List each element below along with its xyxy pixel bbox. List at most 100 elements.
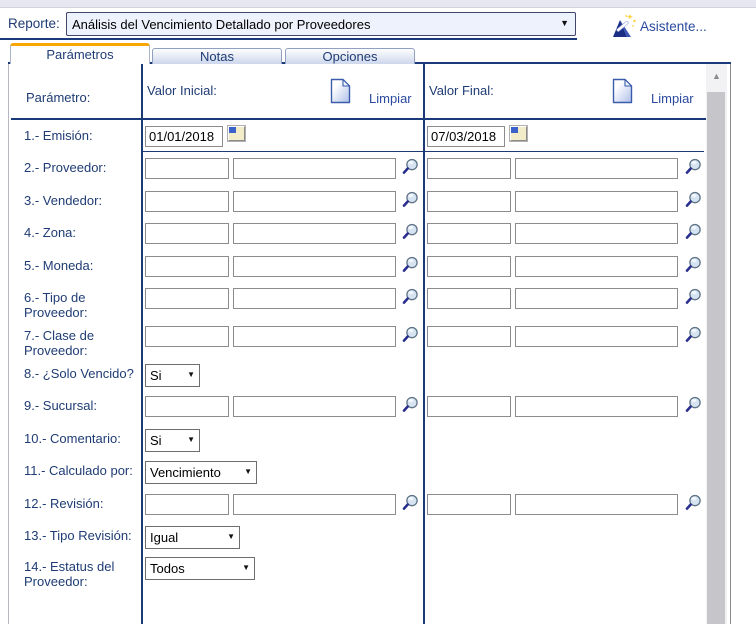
vertical-scrollbar[interactable]: ▲	[706, 64, 727, 624]
vendedor-label: 3.- Vendedor:	[10, 185, 142, 218]
initial-value-cell: Vencimiento▼	[142, 455, 424, 488]
final-zona-code-input[interactable]	[427, 223, 511, 244]
initial-moneda-code-input[interactable]	[145, 256, 229, 277]
initial-value-cell: Todos▼	[142, 551, 424, 624]
final-zona-desc-input[interactable]	[515, 223, 678, 244]
initial-sucursal-desc-input[interactable]	[233, 396, 396, 417]
initial-revision-desc-input[interactable]	[233, 494, 396, 515]
solo-vencido-select[interactable]: Si	[145, 364, 200, 387]
initial-proveedor-code-input[interactable]	[145, 158, 229, 179]
final-value-cell	[424, 320, 707, 358]
tab-parametros[interactable]: Parámetros	[10, 43, 150, 64]
emision-label: 1.- Emisión:	[10, 120, 142, 152]
final-vendedor-desc-input[interactable]	[515, 191, 678, 212]
clear-initial-page-icon[interactable]	[330, 78, 351, 109]
initial-sucursal-code-input[interactable]	[145, 396, 229, 417]
report-select[interactable]: Análisis del Vencimiento Detallado por P…	[66, 12, 576, 36]
vertical-divider-label-column	[141, 64, 143, 624]
final-value-cell-empty	[424, 358, 707, 390]
tab-opciones[interactable]: Opciones	[285, 48, 415, 64]
clear-final-link[interactable]: Limpiar	[651, 91, 694, 106]
final-tipo-proveedor-desc-input[interactable]	[515, 288, 678, 309]
initial-proveedor-magnifier-icon[interactable]	[402, 158, 419, 175]
param-row-tipo-proveedor: 6.- Tipo de Proveedor:	[10, 282, 707, 320]
final-clase-proveedor-code-input[interactable]	[427, 326, 511, 347]
final-value-cell	[424, 217, 707, 250]
clear-final-page-icon[interactable]	[612, 78, 633, 109]
final-proveedor-desc-input[interactable]	[515, 158, 678, 179]
final-value-cell	[424, 152, 707, 185]
final-emision-date-input[interactable]	[427, 126, 505, 147]
final-moneda-magnifier-icon[interactable]	[685, 256, 702, 273]
final-sucursal-desc-input[interactable]	[515, 396, 678, 417]
param-row-clase-proveedor: 7.- Clase de Proveedor:	[10, 320, 707, 358]
clear-initial-link[interactable]: Limpiar	[369, 91, 412, 106]
final-moneda-code-input[interactable]	[427, 256, 511, 277]
final-clase-proveedor-desc-input[interactable]	[515, 326, 678, 347]
final-vendedor-magnifier-icon[interactable]	[685, 191, 702, 208]
initial-zona-magnifier-icon[interactable]	[402, 223, 419, 240]
parameter-column-header: Parámetro:	[10, 64, 142, 118]
final-revision-magnifier-icon[interactable]	[685, 494, 702, 511]
param-row-sucursal: 9.- Sucursal:	[10, 390, 707, 423]
initial-tipo-proveedor-desc-input[interactable]	[233, 288, 396, 309]
final-value-column-header: Valor Final:	[429, 83, 494, 98]
final-proveedor-magnifier-icon[interactable]	[685, 158, 702, 175]
initial-value-column-header: Valor Inicial:	[147, 83, 217, 98]
initial-revision-code-input[interactable]	[145, 494, 229, 515]
clase-proveedor-label: 7.- Clase de Proveedor:	[10, 320, 142, 358]
initial-vendedor-desc-input[interactable]	[233, 191, 396, 212]
final-sucursal-magnifier-icon[interactable]	[685, 396, 702, 413]
initial-zona-desc-input[interactable]	[233, 223, 396, 244]
final-moneda-desc-input[interactable]	[515, 256, 678, 277]
initial-value-cell: Igual▼	[142, 520, 424, 551]
scrollbar-thumb[interactable]	[707, 92, 725, 624]
final-clase-proveedor-magnifier-icon[interactable]	[685, 326, 702, 343]
tab-notas[interactable]: Notas	[152, 48, 282, 64]
initial-value-cell	[142, 152, 424, 185]
initial-value-cell	[142, 250, 424, 283]
param-row-moneda: 5.- Moneda:	[10, 250, 707, 283]
tab-bar: ParámetrosNotasOpciones	[10, 43, 418, 64]
initial-clase-proveedor-desc-input[interactable]	[233, 326, 396, 347]
final-sucursal-code-input[interactable]	[427, 396, 511, 417]
final-vendedor-code-input[interactable]	[427, 191, 511, 212]
final-tipo-proveedor-magnifier-icon[interactable]	[685, 288, 702, 305]
initial-revision-magnifier-icon[interactable]	[402, 494, 419, 511]
final-revision-code-input[interactable]	[427, 494, 511, 515]
initial-moneda-magnifier-icon[interactable]	[402, 256, 419, 273]
final-value-cell-empty	[424, 455, 707, 488]
final-value-cell	[424, 390, 707, 423]
final-proveedor-code-input[interactable]	[427, 158, 511, 179]
estatus-proveedor-select[interactable]: Todos	[145, 557, 255, 580]
initial-emision-date-input[interactable]	[145, 126, 223, 147]
initial-proveedor-desc-input[interactable]	[233, 158, 396, 179]
comentario-label: 10.- Comentario:	[10, 423, 142, 456]
report-label: Reporte:	[8, 16, 60, 31]
initial-emision-calendar-icon[interactable]	[228, 126, 245, 141]
final-value-cell-empty	[424, 423, 707, 456]
assistant-button[interactable]: Asistente...	[610, 13, 707, 39]
initial-sucursal-magnifier-icon[interactable]	[402, 396, 419, 413]
final-emision-calendar-icon[interactable]	[510, 126, 527, 141]
initial-zona-code-input[interactable]	[145, 223, 229, 244]
zona-label: 4.- Zona:	[10, 217, 142, 250]
comentario-select[interactable]: Si	[145, 429, 200, 452]
tipo-revision-select[interactable]: Igual	[145, 526, 240, 549]
calculado-por-select[interactable]: Vencimiento	[145, 461, 257, 484]
initial-vendedor-magnifier-icon[interactable]	[402, 191, 419, 208]
solo-vencido-label: 8.- ¿Solo Vencido?	[10, 358, 142, 390]
initial-value-cell	[142, 120, 424, 152]
initial-moneda-desc-input[interactable]	[233, 256, 396, 277]
final-tipo-proveedor-code-input[interactable]	[427, 288, 511, 309]
up-arrow-icon[interactable]: ▲	[706, 64, 727, 90]
initial-clase-proveedor-code-input[interactable]	[145, 326, 229, 347]
initial-vendedor-code-input[interactable]	[145, 191, 229, 212]
final-revision-desc-input[interactable]	[515, 494, 678, 515]
final-zona-magnifier-icon[interactable]	[685, 223, 702, 240]
initial-tipo-proveedor-code-input[interactable]	[145, 288, 229, 309]
param-row-tipo-revision: 13.- Tipo Revisión:Igual▼	[10, 520, 707, 551]
initial-clase-proveedor-magnifier-icon[interactable]	[402, 326, 419, 343]
initial-tipo-proveedor-magnifier-icon[interactable]	[402, 288, 419, 305]
initial-value-cell	[142, 320, 424, 358]
